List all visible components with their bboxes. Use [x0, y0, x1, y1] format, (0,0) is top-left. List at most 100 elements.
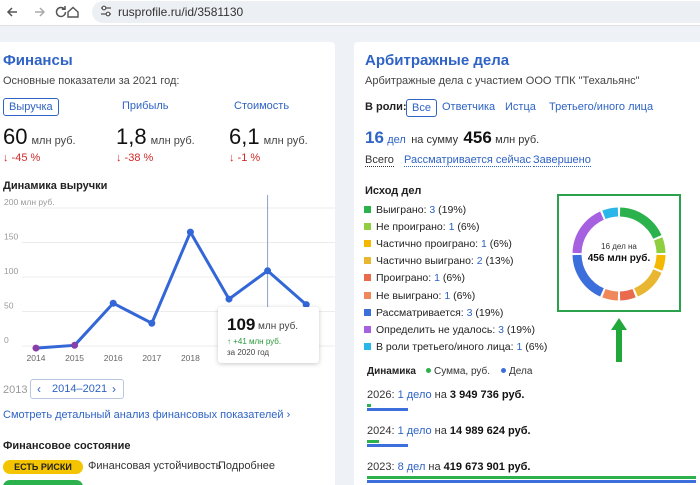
range-label: 2014–2021: [52, 383, 108, 395]
outcome-color-swatch: [364, 206, 371, 213]
outcome-title: Исход дел: [365, 185, 422, 197]
revenue-point[interactable]: [186, 228, 194, 236]
finance-title: Финансы: [3, 52, 73, 69]
chevron-left-icon[interactable]: ‹: [37, 382, 41, 396]
sum-bar: [367, 404, 371, 407]
outcome-color-swatch: [364, 274, 371, 282]
donut-segment: [619, 288, 636, 301]
outcome-label: Частично выиграно:: [376, 255, 477, 268]
badge-row-clipped: [3, 480, 83, 485]
outcome-label: Не проиграно:: [376, 221, 449, 234]
outcome-donut-box: 16 дел на 456 млн руб.: [557, 194, 681, 312]
outcome-label: Частично проиграно:: [376, 238, 481, 251]
role-defendant[interactable]: Ответчика: [437, 99, 500, 117]
outcome-color-swatch: [364, 257, 371, 265]
y-tick-label: 150: [4, 232, 18, 242]
metric-unit: млн руб.: [150, 135, 195, 147]
outcome-color-swatch: [364, 325, 371, 333]
range-selector[interactable]: ‹ 2014–2021 ›: [30, 379, 124, 399]
legend-dot-green: [426, 368, 431, 373]
state-label: Финансовая устойчивость: [88, 460, 222, 472]
chevron-right-icon[interactable]: ›: [112, 382, 116, 396]
outcome-percent: (6%): [450, 289, 476, 302]
analysis-link[interactable]: Смотреть детальный анализ финансовых пок…: [3, 409, 290, 421]
site-settings-icon[interactable]: [100, 4, 112, 21]
outcome-color-swatch: [364, 308, 371, 316]
outcome-label: Рассматривается:: [376, 306, 467, 319]
role-plaintiff[interactable]: Истца: [500, 99, 541, 117]
browser-toolbar: rusprofile.ru/id/3581130: [0, 0, 700, 26]
year-sum: 3 949 736 руб.: [449, 389, 525, 401]
financial-state-title: Финансовое состояние: [3, 440, 131, 452]
year-sum: 419 673 901 руб.: [443, 461, 531, 473]
address-bar[interactable]: rusprofile.ru/id/3581130: [92, 1, 700, 23]
outcome-item: В роли третьего/иного лица: 1 (6%): [364, 341, 547, 353]
metric-unit: млн руб.: [263, 135, 308, 147]
year-label: 2024:: [367, 425, 398, 437]
tab-value[interactable]: Стоимость: [229, 98, 294, 116]
sum-prefix: на сумму: [411, 134, 459, 146]
outcome-label: В роли третьего/иного лица:: [376, 340, 517, 353]
arrow-left-icon[interactable]: [4, 3, 22, 21]
risk-badge: ЕСТЬ РИСКИ: [3, 460, 83, 474]
donut-segment: [602, 207, 619, 220]
donut-segment: [619, 207, 662, 240]
x-tick-label: 2014: [27, 353, 46, 363]
metric-delta: ↓ -45 %: [3, 152, 41, 164]
revenue-point[interactable]: [264, 267, 272, 275]
outcome-color-swatch: [364, 342, 371, 350]
outcome-label: Определить не удалось:: [376, 323, 499, 336]
role-label: В роли:: [365, 101, 407, 113]
cases-link[interactable]: 1 дело: [398, 425, 432, 437]
outcome-label: Не выиграно:: [376, 289, 445, 302]
outcome-percent: (13%): [482, 255, 514, 268]
arrow-right-icon[interactable]: [30, 3, 48, 21]
revenue-point[interactable]: [109, 299, 117, 307]
outcome-item: Выиграно: 3 (19%): [364, 204, 466, 216]
x-tick-label: 2018: [181, 353, 200, 363]
role-third-party[interactable]: Третьего/иного лица: [544, 99, 658, 117]
outcome-percent: (6%): [439, 272, 466, 285]
dynamics-year-row: 2026: 1 дело на 3 949 736 руб.: [367, 389, 524, 401]
status-completed[interactable]: Завершено: [533, 154, 591, 167]
year-sum: 14 989 624 руб.: [449, 425, 531, 437]
sum-prefix: на: [431, 425, 450, 437]
finance-subtitle: Основные показатели за 2021 год:: [3, 75, 180, 87]
legend-label: Дела: [509, 366, 533, 377]
dynamics-year-row: 2024: 1 дело на 14 989 624 руб.: [367, 425, 531, 437]
details-link[interactable]: Подробнее: [218, 460, 275, 472]
metric-profit: 1,8 млн руб.: [116, 124, 195, 150]
x-tick-label: 2015: [65, 353, 84, 363]
sum-bar: [367, 476, 696, 479]
outcome-color-swatch: [364, 291, 371, 299]
revenue-point[interactable]: [225, 295, 233, 303]
cases-bar: [367, 444, 408, 447]
outcome-label: Выиграно:: [376, 204, 430, 216]
outcome-color-swatch: [364, 223, 371, 231]
status-total[interactable]: Всего: [365, 154, 394, 167]
y-tick-label: 50: [4, 301, 14, 311]
donut-caption: 16 дел на: [601, 242, 637, 251]
x-tick-label: 2016: [104, 353, 123, 363]
outcome-percent: (6%): [486, 238, 512, 251]
revenue-point[interactable]: [148, 319, 156, 327]
cases-link[interactable]: 8 дел: [398, 461, 426, 473]
cases-link[interactable]: 1 дело: [398, 389, 432, 401]
revenue-point[interactable]: [32, 344, 40, 352]
status-pending[interactable]: Рассматривается сейчас: [404, 154, 531, 167]
arbitration-title: Арбитражные дела: [365, 52, 510, 69]
y-tick-label: 0: [4, 335, 9, 345]
dynamics-year-row: 2023: 8 дел на 419 673 901 руб.: [367, 461, 530, 473]
outcome-item: Рассматривается: 3 (19%): [364, 307, 503, 319]
tab-profit[interactable]: Прибыль: [117, 98, 174, 116]
role-all[interactable]: Все: [406, 99, 437, 117]
donut-total: 456 млн руб.: [587, 253, 651, 264]
cases-bar: [367, 408, 408, 411]
tab-revenue[interactable]: Выручка: [3, 98, 59, 116]
outcome-color-swatch: [364, 240, 371, 248]
outcome-percent: (6%): [454, 221, 480, 234]
metric-value-block: 6,1 млн руб.: [229, 124, 308, 150]
revenue-point[interactable]: [71, 341, 79, 349]
home-icon[interactable]: [64, 3, 82, 21]
donut-segment: [633, 268, 662, 297]
